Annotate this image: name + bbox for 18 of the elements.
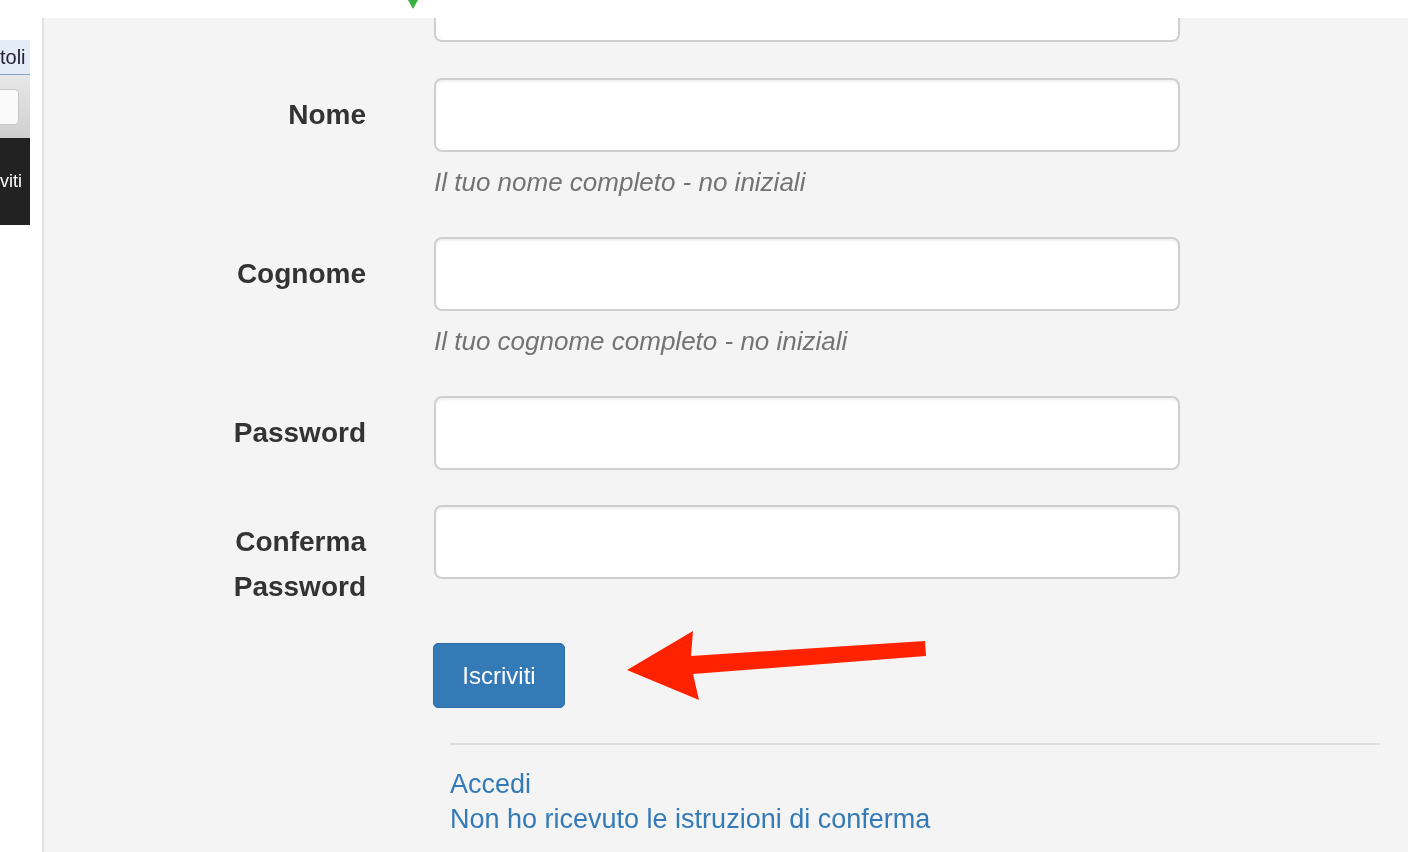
submit-button[interactable]: Iscriviti — [433, 643, 565, 708]
field-label: Cognome — [235, 257, 366, 291]
marker-icon — [408, 0, 418, 9]
link[interactable]: Accedi — [450, 767, 532, 802]
input-field[interactable] — [434, 396, 1180, 470]
nav-item[interactable]: viti — [0, 171, 22, 192]
help-text: Il tuo nome completo - no iniziali — [434, 166, 807, 198]
input-field[interactable] — [434, 18, 1180, 42]
field-label: Password — [232, 416, 366, 450]
link[interactable]: Non ho ricevuto le istruzioni di conferma — [450, 802, 931, 837]
tab-label[interactable]: toli — [0, 40, 30, 75]
field-label: Nome — [287, 98, 366, 132]
toolbar-button[interactable] — [0, 88, 19, 125]
field-label: Conferma Password — [232, 525, 366, 604]
help-text: Il tuo cognome completo - no iniziali — [434, 325, 849, 357]
input-field[interactable] — [434, 78, 1180, 152]
input-field[interactable] — [434, 237, 1180, 311]
input-field[interactable] — [434, 505, 1180, 579]
